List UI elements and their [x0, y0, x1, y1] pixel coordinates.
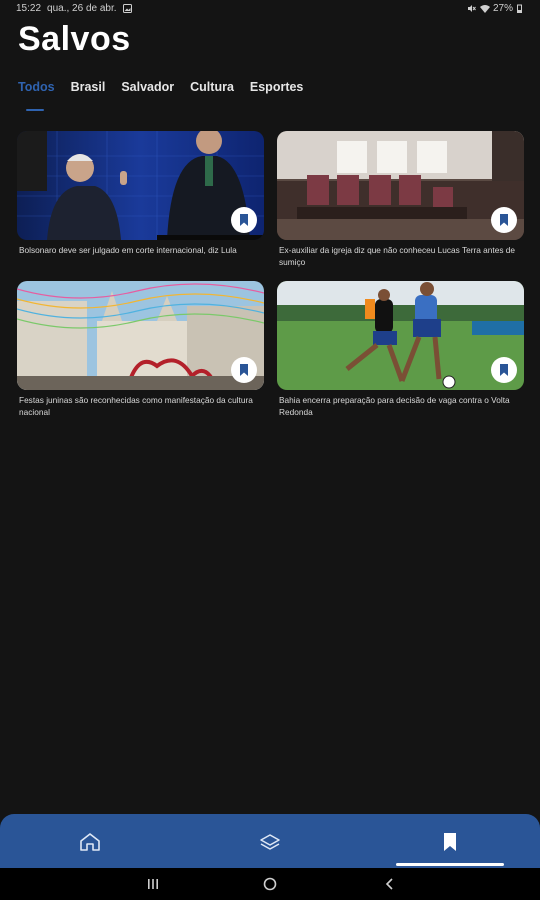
- article-card[interactable]: Bahia encerra preparação para decisão de…: [277, 281, 524, 418]
- article-card[interactable]: Bolsonaro deve ser julgado em corte inte…: [17, 131, 264, 256]
- article-thumbnail[interactable]: [277, 131, 524, 240]
- festa-street-photo: [17, 281, 264, 390]
- article-card[interactable]: Ex-auxiliar da igreja diz que não conhec…: [277, 131, 524, 268]
- nav-home[interactable]: [78, 830, 102, 854]
- back-button[interactable]: [382, 877, 398, 891]
- bookmark-icon: [240, 214, 248, 226]
- layers-icon: [260, 834, 280, 850]
- bookmark-toggle[interactable]: [231, 207, 257, 233]
- article-title[interactable]: Bahia encerra preparação para decisão de…: [277, 394, 524, 418]
- bookmark-icon: [240, 364, 248, 376]
- page-title: Salvos: [18, 20, 131, 58]
- bookmark-toggle[interactable]: [491, 357, 517, 383]
- tab-brasil[interactable]: Brasil: [71, 80, 106, 100]
- battery-level: 27%: [492, 3, 513, 14]
- bookmark-icon: [500, 214, 508, 226]
- recents-icon: [148, 879, 158, 889]
- active-tab-indicator: [396, 863, 504, 866]
- debate-photo: [17, 131, 264, 240]
- article-title[interactable]: Bolsonaro deve ser julgado em corte inte…: [17, 244, 264, 256]
- bookmark-toggle[interactable]: [491, 207, 517, 233]
- article-thumbnail[interactable]: [17, 131, 264, 240]
- system-navigation-bar: [0, 868, 540, 900]
- home-button[interactable]: [262, 877, 278, 891]
- nav-saved[interactable]: [438, 830, 462, 854]
- recents-button[interactable]: [145, 877, 161, 891]
- bookmark-toggle[interactable]: [231, 357, 257, 383]
- tab-esportes[interactable]: Esportes: [250, 80, 304, 100]
- article-thumbnail[interactable]: [277, 281, 524, 390]
- tab-salvador[interactable]: Salvador: [121, 80, 174, 100]
- tab-todos[interactable]: Todos: [18, 80, 55, 111]
- status-date: qua., 26 de abr.: [47, 3, 117, 14]
- football-training-photo: [277, 281, 524, 390]
- church-interior-photo: [277, 131, 524, 240]
- home-circle-icon: [263, 877, 277, 891]
- status-bar: 15:22 qua., 26 de abr. 27%: [0, 0, 540, 18]
- nav-sections[interactable]: [258, 830, 282, 854]
- article-title[interactable]: Ex-auxiliar da igreja diz que não conhec…: [277, 244, 524, 268]
- bottom-navigation: [0, 814, 540, 868]
- article-title[interactable]: Festas juninas são reconhecidas como man…: [17, 394, 264, 418]
- battery-icon: [517, 4, 526, 13]
- article-card[interactable]: Festas juninas são reconhecidas como man…: [17, 281, 264, 418]
- gallery-icon: [122, 4, 132, 13]
- home-icon: [80, 833, 100, 851]
- tab-cultura[interactable]: Cultura: [190, 80, 234, 100]
- category-tabs: Todos Brasil Salvador Cultura Esportes: [18, 80, 304, 111]
- bookmark-icon: [444, 833, 456, 851]
- status-time: 15:22: [16, 3, 42, 14]
- bookmark-icon: [500, 364, 508, 376]
- wifi-icon: [479, 4, 490, 13]
- article-thumbnail[interactable]: [17, 281, 264, 390]
- mute-icon: [467, 4, 476, 13]
- back-icon: [385, 878, 393, 890]
